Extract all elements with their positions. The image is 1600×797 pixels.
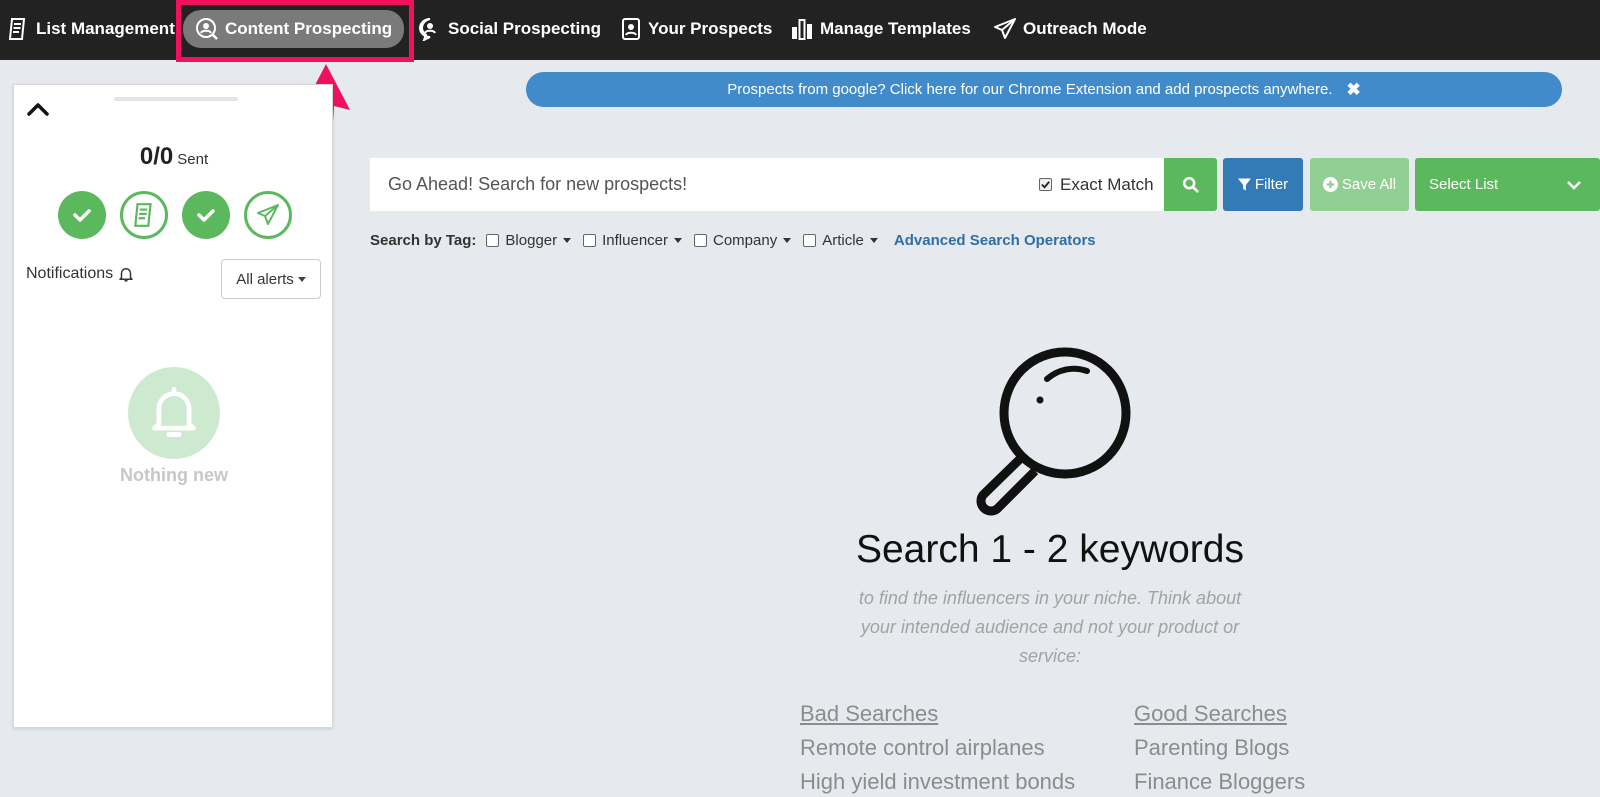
banner-text: Prospects from google? Click here for ou…: [727, 81, 1333, 98]
all-alerts-label: All alerts: [236, 270, 294, 288]
nav-outreach-mode[interactable]: Outreach Mode: [993, 0, 1147, 58]
tag-label: Company: [713, 231, 778, 249]
empty-state-text: Nothing new: [120, 465, 228, 485]
caret-down-icon[interactable]: [563, 237, 572, 243]
paper-plane-icon[interactable]: [244, 191, 292, 239]
contact-card-icon: [622, 18, 640, 40]
advanced-search-operators-link[interactable]: Advanced Search Operators: [894, 232, 1096, 249]
caret-down-icon: [297, 276, 306, 282]
checkbox[interactable]: [583, 233, 597, 247]
close-icon[interactable]: ✖: [1347, 80, 1361, 100]
search-button[interactable]: [1164, 158, 1217, 211]
nav-label: List Management: [36, 19, 175, 38]
sent-count: 0/0: [139, 143, 174, 170]
good-searches-heading[interactable]: Good Searches: [1134, 697, 1305, 731]
caret-down-icon[interactable]: [783, 237, 792, 243]
save-all-button[interactable]: Save All: [1310, 158, 1409, 211]
list-icon: [8, 18, 26, 40]
good-searches: Good Searches Parenting Blogs Finance Bl…: [1134, 697, 1305, 797]
nav-label: Your Prospects: [648, 19, 773, 38]
chrome-extension-banner[interactable]: Prospects from google? Click here for ou…: [526, 72, 1562, 107]
side-panel: 0/0 Sent Notifications All alerts Nothing…: [13, 84, 333, 728]
filter-button[interactable]: Filter: [1223, 158, 1303, 211]
step-icons: [58, 191, 292, 239]
nav-label: Outreach Mode: [1023, 19, 1147, 38]
drag-handle[interactable]: [114, 97, 238, 101]
search-input[interactable]: [370, 158, 1020, 211]
nav-manage-templates[interactable]: Manage Templates: [790, 0, 971, 58]
tags-label: Search by Tag:: [370, 231, 477, 249]
tag-label: Article: [822, 231, 864, 249]
bell-icon: [119, 268, 133, 282]
tag-blogger[interactable]: Blogger: [486, 231, 572, 249]
chevron-up-icon[interactable]: [26, 99, 50, 124]
exact-match-checkbox[interactable]: Exact Match: [1039, 158, 1154, 211]
notifications-heading: Notifications: [26, 265, 135, 283]
bell-icon: [128, 367, 220, 459]
checkbox[interactable]: [1039, 178, 1052, 191]
chevron-down-icon: [1567, 180, 1581, 190]
hero-title: Search 1 - 2 keywords: [855, 528, 1244, 571]
tag-label: Blogger: [505, 231, 558, 249]
filter-icon: [1237, 178, 1251, 191]
save-all-label: Save All: [1341, 176, 1397, 193]
tag-article[interactable]: Article: [803, 232, 878, 249]
caret-down-icon[interactable]: [674, 237, 682, 243]
magnifier-icon: [976, 347, 1131, 516]
paper-plane-icon: [994, 18, 1016, 39]
check-icon[interactable]: [58, 191, 106, 239]
chat-user-icon: [419, 18, 436, 41]
highlight-box: [176, 0, 414, 62]
nav-label: Manage Templates: [820, 19, 971, 38]
list-item: High yield investment bonds: [800, 769, 1076, 794]
checkbox[interactable]: [694, 233, 707, 247]
checkbox[interactable]: [486, 233, 500, 247]
select-list-label: Select List: [1429, 176, 1499, 193]
list-item: Parenting Blogs: [1134, 735, 1290, 760]
bad-searches: Bad Searches Remote control airplanes Hi…: [800, 697, 1075, 797]
hero-subtitle: to find the influencers in your niche. T…: [858, 588, 1242, 666]
select-list-dropdown[interactable]: Select List: [1415, 158, 1600, 211]
bars-icon: [792, 19, 812, 40]
document-icon[interactable]: [120, 191, 168, 239]
nav-label: Social Prospecting: [448, 19, 602, 38]
exact-match-label: Exact Match: [1060, 174, 1154, 194]
tag-company[interactable]: Company: [694, 231, 792, 249]
nav-list-management[interactable]: List Management: [6, 0, 175, 58]
check-icon[interactable]: [182, 191, 230, 239]
search-bar: Exact Match: [370, 158, 1165, 211]
search-by-tag-row: Search by Tag: Blogger Influencer Compan…: [370, 230, 1096, 250]
sent-label: Sent: [177, 151, 209, 168]
bad-searches-heading[interactable]: Bad Searches: [800, 697, 1075, 731]
list-item: Finance Bloggers: [1134, 769, 1306, 794]
filter-label: Filter: [1254, 176, 1289, 193]
tag-label: Influencer: [602, 231, 668, 249]
nav-your-prospects[interactable]: Your Prospects: [620, 0, 772, 58]
nav-social-prospecting[interactable]: Social Prospecting: [418, 0, 601, 58]
plus-circle-icon: [1322, 177, 1338, 192]
search-icon: [1182, 176, 1199, 193]
all-alerts-dropdown[interactable]: All alerts: [221, 259, 321, 299]
tag-influencer[interactable]: Influencer: [583, 232, 682, 249]
caret-down-icon[interactable]: [869, 237, 878, 243]
checkbox[interactable]: [803, 233, 817, 247]
list-item: Remote control airplanes: [800, 735, 1045, 760]
notifications-label: Notifications: [26, 265, 114, 282]
sent-counter: 0/0 Sent: [14, 143, 334, 171]
